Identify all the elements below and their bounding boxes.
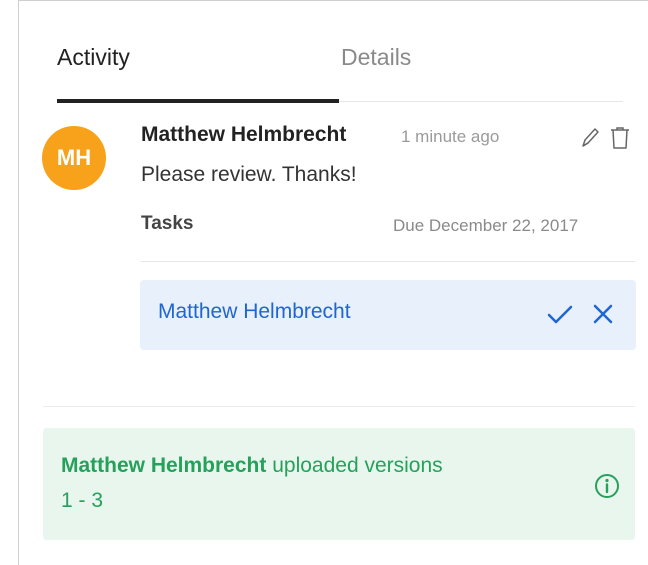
tasks-divider <box>141 261 635 262</box>
info-icon[interactable] <box>593 472 621 500</box>
pencil-icon[interactable] <box>579 125 601 151</box>
version-range-link[interactable]: 1 - 3 <box>61 489 103 512</box>
tasks-label: Tasks <box>141 213 194 234</box>
version-event-text: Matthew Helmbrecht uploaded versions 1 -… <box>61 448 561 518</box>
trash-icon[interactable] <box>609 125 631 151</box>
task-assignee-name[interactable]: Matthew Helmbrecht <box>158 300 351 324</box>
active-tab-indicator <box>57 99 339 103</box>
checkmark-icon[interactable] <box>545 299 575 329</box>
comment-timestamp: 1 minute ago <box>401 127 500 146</box>
tab-bar: Activity Details <box>57 41 623 103</box>
version-event-actor: Matthew Helmbrecht <box>61 454 267 477</box>
close-icon[interactable] <box>588 299 618 329</box>
version-event-action: uploaded versions <box>272 454 443 477</box>
tab-activity-label: Activity <box>57 44 130 70</box>
avatar: MH <box>42 126 106 190</box>
task-due-date: Due December 22, 2017 <box>393 216 579 235</box>
tab-activity[interactable]: Activity <box>57 41 339 103</box>
task-assignee-row: Matthew Helmbrecht <box>140 280 636 350</box>
version-upload-event: Matthew Helmbrecht uploaded versions 1 -… <box>43 428 635 540</box>
section-divider <box>43 406 635 407</box>
comment-message: Please review. Thanks! <box>141 163 357 186</box>
tab-details-label: Details <box>341 44 412 70</box>
tab-details[interactable]: Details <box>341 41 623 101</box>
comment-author: Matthew Helmbrecht <box>141 123 347 146</box>
activity-sidebar: Activity Details MH Matthew Helmbrecht 1… <box>18 0 648 565</box>
